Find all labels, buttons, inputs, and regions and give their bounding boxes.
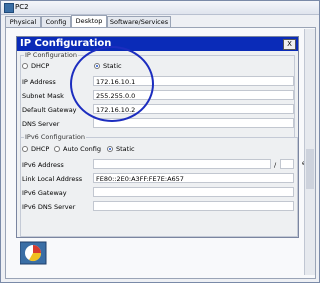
ipv6-static-label: Static bbox=[116, 145, 135, 153]
ipv6-gateway-field[interactable] bbox=[93, 187, 294, 197]
dns-server-label: DNS Server bbox=[22, 120, 60, 128]
tab-physical[interactable]: Physical bbox=[5, 16, 41, 27]
ipv6-section-label: IPv6 Configuration bbox=[24, 133, 86, 141]
ipv6-address-label: IPv6 Address bbox=[22, 161, 64, 169]
prefix-separator: / bbox=[274, 161, 277, 169]
annotation-circle bbox=[70, 46, 154, 122]
scrollbar-thumb[interactable] bbox=[306, 149, 314, 189]
ipv6-dns-field[interactable] bbox=[93, 201, 294, 211]
close-button[interactable]: X bbox=[283, 39, 296, 50]
ipv6-auto-config-label: Auto Config bbox=[63, 145, 102, 153]
ipv4-section-label: IP Configuration bbox=[24, 51, 78, 59]
desktop-app-icon[interactable] bbox=[20, 238, 48, 268]
link-local-label: Link Local Address bbox=[22, 175, 83, 183]
ipv6-auto-config-radio[interactable] bbox=[54, 146, 60, 152]
tab-software-services[interactable]: Software/Services bbox=[107, 16, 171, 27]
window-titlebar[interactable]: PC2 bbox=[1, 1, 319, 15]
pc2-window: PC2 Physical Config Desktop Software/Ser… bbox=[0, 0, 320, 283]
ipv4-dhcp-radio[interactable] bbox=[22, 63, 28, 69]
ipv6-dhcp-label: DHCP bbox=[31, 145, 50, 153]
prefix-length-field[interactable] bbox=[280, 159, 294, 169]
window-title: PC2 bbox=[15, 3, 29, 11]
ipv6-address-field[interactable] bbox=[93, 159, 271, 169]
ip-address-label: IP Address bbox=[22, 78, 56, 86]
subnet-mask-label: Subnet Mask bbox=[22, 92, 64, 100]
ipv6-gateway-label: IPv6 Gateway bbox=[22, 189, 67, 197]
tab-config[interactable]: Config bbox=[41, 16, 71, 27]
tab-desktop[interactable]: Desktop bbox=[71, 15, 107, 27]
dialog-titlebar: IP Configuration X bbox=[17, 37, 298, 51]
desktop-panel: IP Configuration X IP Configuration DHCP… bbox=[5, 27, 316, 279]
ip-configuration-dialog: IP Configuration X IP Configuration DHCP… bbox=[16, 36, 299, 238]
vertical-scrollbar[interactable] bbox=[304, 29, 315, 275]
ipv6-dns-label: IPv6 DNS Server bbox=[22, 203, 76, 211]
ipv6-dhcp-radio[interactable] bbox=[22, 146, 28, 152]
default-gateway-label: Default Gateway bbox=[22, 106, 77, 114]
link-local-field[interactable]: FE80::2E0:A3FF:FE7E:A657 bbox=[93, 173, 294, 183]
ipv4-dhcp-label: DHCP bbox=[31, 62, 50, 70]
app-icon bbox=[4, 3, 14, 13]
ipv6-static-radio[interactable] bbox=[107, 146, 113, 152]
